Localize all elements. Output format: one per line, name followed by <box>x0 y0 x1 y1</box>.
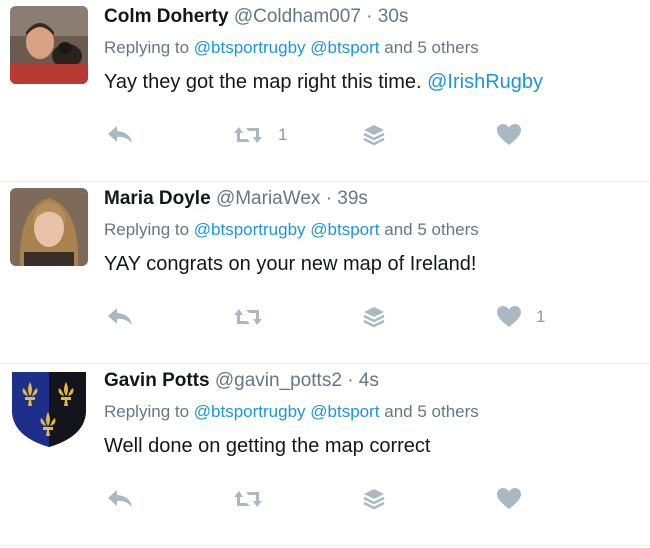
tweet[interactable]: Maria Doyle @MariaWex · 39s Replying to … <box>0 182 650 364</box>
tweet-actions <box>104 484 564 514</box>
timestamp[interactable]: 39s <box>337 188 368 209</box>
share-stack-icon <box>363 307 385 328</box>
reply-context: Replying to @btsportrugby @btsport and 5… <box>104 400 640 424</box>
share-stack-icon <box>363 125 385 146</box>
reply-mention-btsportrugby[interactable]: @btsportrugby <box>194 402 306 421</box>
reply-mention-btsportrugby[interactable]: @btsportrugby <box>194 38 306 57</box>
tweet-actions: 1 <box>104 120 564 150</box>
reply-prefix: Replying to <box>104 402 190 421</box>
reply-others[interactable]: and 5 others <box>384 38 479 57</box>
author-name[interactable]: Colm Doherty <box>104 6 229 27</box>
share-stack-icon <box>363 489 385 510</box>
reply-prefix: Replying to <box>104 220 190 239</box>
timestamp[interactable]: 30s <box>378 6 409 27</box>
reply-icon <box>108 126 132 143</box>
heart-icon <box>497 488 521 509</box>
reply-mention-btsport[interactable]: @btsport <box>310 220 379 239</box>
tweet-mention[interactable]: @IrishRugby <box>427 71 543 93</box>
retweet-icon <box>234 309 262 325</box>
retweet-button[interactable]: 1 <box>232 120 287 150</box>
reply-mention-btsport[interactable]: @btsport <box>310 38 379 57</box>
reply-icon <box>108 490 132 507</box>
timestamp[interactable]: 4s <box>359 370 379 391</box>
tweet-text-body: Well done on getting the map correct <box>104 435 431 457</box>
reply-button[interactable] <box>106 484 134 514</box>
author-handle[interactable]: @gavin_potts2 <box>215 370 342 391</box>
like-button[interactable]: 1 <box>496 302 545 332</box>
retweet-button[interactable] <box>232 484 278 514</box>
tweet-text: Yay they got the map right this time. @I… <box>104 68 640 96</box>
like-button[interactable] <box>496 120 536 150</box>
reply-prefix: Replying to <box>104 38 190 57</box>
avatar[interactable] <box>10 6 88 84</box>
avatar[interactable] <box>10 188 88 266</box>
author-name[interactable]: Gavin Potts <box>104 370 210 391</box>
tweet[interactable]: Gavin Potts @gavin_potts2 · 4s Replying … <box>0 364 650 546</box>
share-button[interactable] <box>362 484 386 514</box>
reply-others[interactable]: and 5 others <box>384 402 479 421</box>
tweet-text-body: Yay they got the map right this time. <box>104 71 422 93</box>
separator-dot: · <box>366 6 373 27</box>
reply-icon <box>108 308 132 325</box>
retweet-button[interactable] <box>232 302 278 332</box>
like-count: 1 <box>536 307 546 326</box>
author-handle[interactable]: @MariaWex <box>216 188 320 209</box>
tweet-actions: 1 <box>104 302 564 332</box>
tweet[interactable]: Colm Doherty @Coldham007 · 30s Replying … <box>0 0 650 182</box>
reply-button[interactable] <box>106 120 134 150</box>
author-handle[interactable]: @Coldham007 <box>234 6 361 27</box>
retweet-count: 1 <box>278 125 288 144</box>
retweet-icon <box>234 491 262 507</box>
separator-dot: · <box>347 370 354 391</box>
share-button[interactable] <box>362 120 386 150</box>
tweet-text: YAY congrats on your new map of Ireland! <box>104 250 640 278</box>
reply-mention-btsportrugby[interactable]: @btsportrugby <box>194 220 306 239</box>
avatar[interactable] <box>10 370 88 448</box>
separator-dot: · <box>325 188 333 209</box>
retweet-icon <box>234 127 262 143</box>
tweet-text: Well done on getting the map correct <box>104 432 640 460</box>
author-name[interactable]: Maria Doyle <box>104 188 211 209</box>
reply-context: Replying to @btsportrugby @btsport and 5… <box>104 36 640 60</box>
tweet-text-body: YAY congrats on your new map of Ireland! <box>104 253 477 275</box>
share-button[interactable] <box>362 302 386 332</box>
heart-icon <box>497 306 521 327</box>
reply-mention-btsport[interactable]: @btsport <box>310 402 379 421</box>
like-button[interactable] <box>496 484 536 514</box>
heart-icon <box>497 124 521 145</box>
reply-button[interactable] <box>106 302 134 332</box>
reply-context: Replying to @btsportrugby @btsport and 5… <box>104 218 640 242</box>
reply-others[interactable]: and 5 others <box>384 220 479 239</box>
